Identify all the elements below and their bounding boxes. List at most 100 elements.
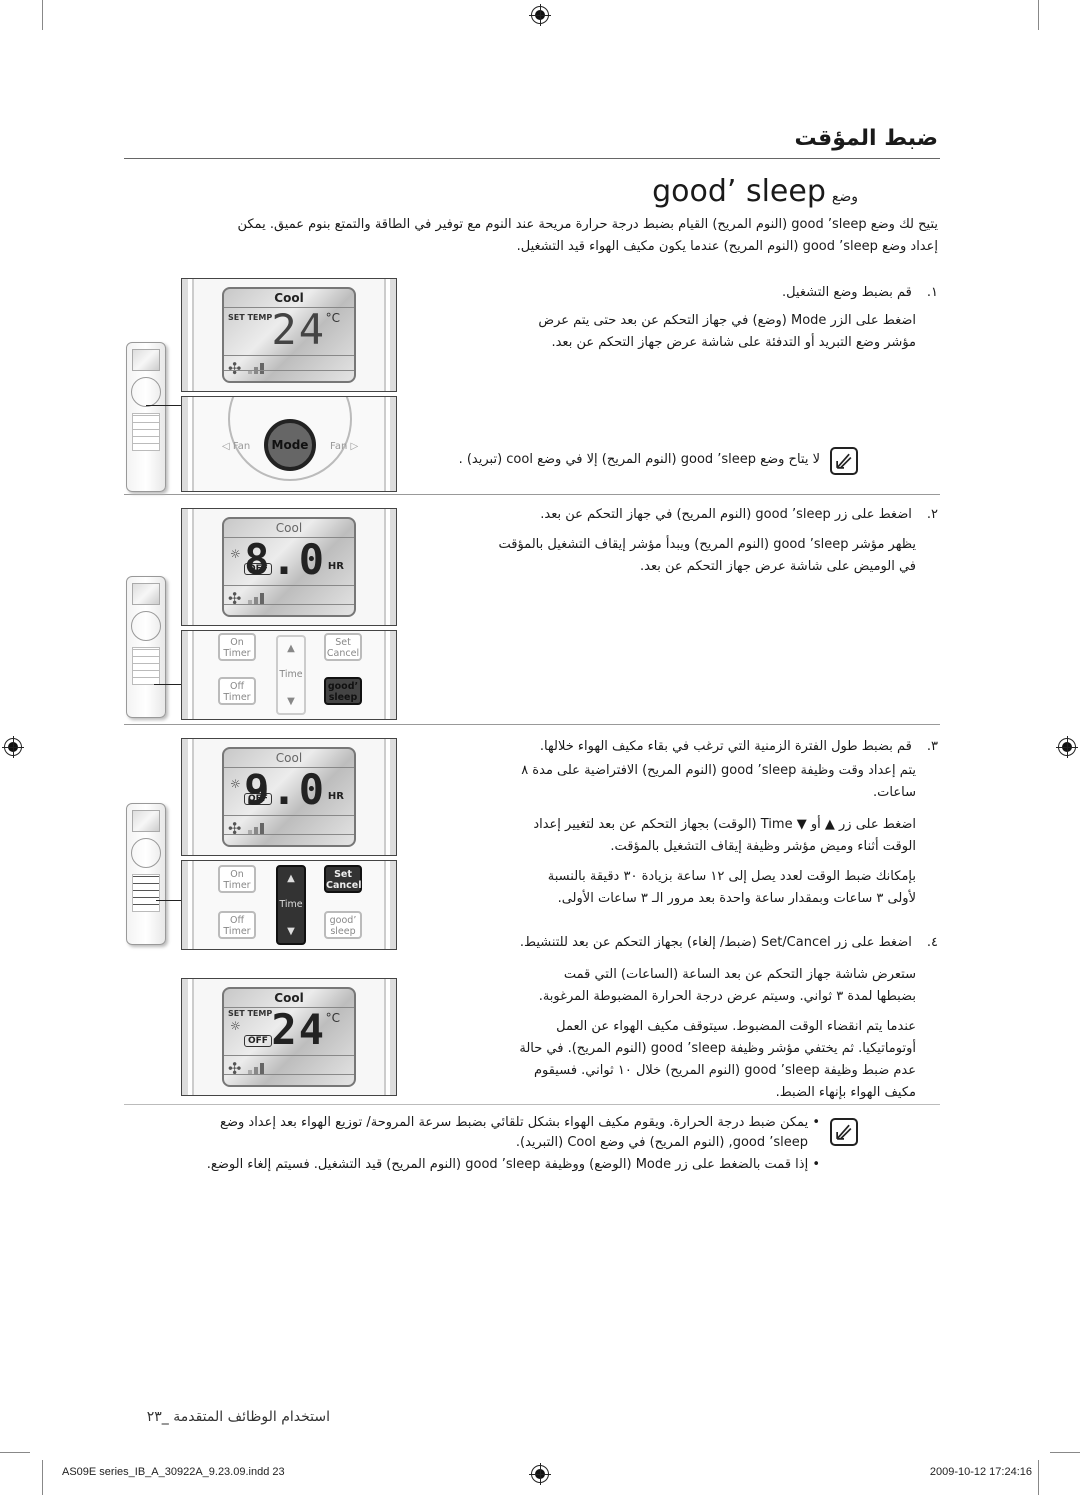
mode-title: وضع good’ sleep xyxy=(652,174,858,209)
lcd-timer-value: 9.0 xyxy=(244,765,326,814)
mode-title-prefix: وضع xyxy=(831,189,858,205)
crop-mark-bottom-left xyxy=(0,1452,30,1453)
timer-button-panel-fig2: On Timer ▲ Time ▼ Set Cancel Off Timer goo… xyxy=(181,630,397,720)
registration-mark-left-icon xyxy=(2,736,24,758)
section-title: ضبط المؤقت xyxy=(794,126,939,151)
bottom-note-1: • يمكن ضبط درجة الحرارة. ويقوم مكيف الهو… xyxy=(220,1115,820,1130)
fan-speed-icon xyxy=(248,823,264,834)
callout-line xyxy=(156,900,184,901)
time-up-icon[interactable]: ▲ xyxy=(278,643,304,654)
step-3-body-6: لأولى ٣ ساعات وبمقدار ساعة واحدة بعد مرو… xyxy=(557,891,916,906)
remote-control-illustration-3 xyxy=(126,803,166,945)
fan-icon: ✣ xyxy=(228,589,242,608)
lcd-timer-value: 8.0 xyxy=(244,535,326,584)
mode-title-brand: good’ sleep xyxy=(652,174,826,209)
step-3-body-5: بإمكانك ضبط الوقت لعدد يصل إلى ١٢ ساعة ب… xyxy=(547,869,916,884)
time-button[interactable]: ▲ Time ▼ xyxy=(276,865,306,945)
step-1-heading: ١. قم بضبط وضع التشغيل. xyxy=(781,285,938,300)
step-3-body-3: اضغط على زر ▲ أو ▼ Time (الوقت) بجهاز ال… xyxy=(533,817,916,832)
note-icon-bottom xyxy=(830,1118,858,1146)
set-cancel-button[interactable]: Set Cancel xyxy=(324,865,362,893)
step-3-heading: ٣. قم بضبط طول الفترة الزمنية التي ترغب … xyxy=(539,739,938,754)
on-timer-button[interactable]: On Timer xyxy=(218,633,256,661)
step-2-body-2: في الوميض على شاشة عرض جهاز التحكم عن بع… xyxy=(640,559,916,574)
step-4-body-6: مكيف الهواء بإنهاء الضبط. xyxy=(775,1085,916,1100)
step-divider-1 xyxy=(124,494,940,495)
callout-line xyxy=(154,684,184,685)
off-timer-button[interactable]: Off Timer xyxy=(218,911,256,939)
fan-icon: ✣ xyxy=(228,359,242,378)
mode-button[interactable]: Mode xyxy=(264,419,316,471)
time-down-icon[interactable]: ▼ xyxy=(278,926,304,937)
step-2-body-1: يظهر مؤشر good ’sleep (النوم المريح) ويب… xyxy=(498,537,916,552)
sleep-indicator-icon: ☼ xyxy=(230,547,241,561)
on-timer-button[interactable]: On Timer xyxy=(218,865,256,893)
page-footer-label: استخدام الوظائف المتقدمة _٢٣ xyxy=(146,1409,330,1425)
lcd-set-temp: SET TEMP xyxy=(228,1009,273,1018)
step-3-body-1: يتم إعداد وقت وظيفة good ’sleep (النوم ا… xyxy=(521,763,916,778)
time-button[interactable]: ▲ Time ▼ xyxy=(276,635,306,715)
lcd-panel-fig1: Cool SET TEMP 24 °C ✣ xyxy=(181,278,397,392)
lcd-panel-fig2: Cool ☼ OFF 8.0 HR ✣ xyxy=(181,508,397,626)
lcd-temp-value: 24 xyxy=(271,1005,326,1054)
step-divider-2 xyxy=(124,724,940,725)
step-4-body-3: عندما يتم انقضاء الوقت المضبوط. سيتوقف م… xyxy=(556,1019,916,1034)
lcd-unit: °C xyxy=(325,1011,340,1025)
lcd-temp-value: 24 xyxy=(271,305,326,354)
intro-line-2: إعداد وضع good ’sleep (النوم المريح) عند… xyxy=(516,239,938,254)
mode-dial-panel: Mode ◁ Fan Fan ▷ xyxy=(181,396,397,492)
crop-mark-bottom-right-v xyxy=(1038,1460,1039,1495)
good-sleep-button[interactable]: good’ sleep xyxy=(324,911,362,939)
intro-line-1: يتيح لك وضع good ’sleep (النوم المريح) ا… xyxy=(237,217,938,232)
fan-speed-icon xyxy=(248,1063,264,1074)
step-3-body-4: الوقت أثناء وميض مؤشر وظيفة إيقاف التشغي… xyxy=(610,839,916,854)
fan-right-label: Fan ▷ xyxy=(330,441,359,452)
fan-icon: ✣ xyxy=(228,819,242,838)
fan-left-label: ◁ Fan xyxy=(222,441,251,452)
registration-mark-top-icon xyxy=(529,4,551,26)
crop-mark-top-left xyxy=(42,0,43,30)
crop-mark-bottom-left-v xyxy=(42,1460,43,1495)
off-timer-button[interactable]: Off Timer xyxy=(218,677,256,705)
crop-mark-bottom-right xyxy=(1050,1452,1080,1453)
title-divider xyxy=(124,158,940,159)
time-down-icon[interactable]: ▼ xyxy=(278,696,304,707)
timer-button-panel-fig3: On Timer ▲ Time ▼ Set Cancel Off Timer goo… xyxy=(181,860,397,950)
lcd-panel-fig3: Cool ☼ OFF 9.0 HR ✣ xyxy=(181,738,397,856)
lcd-unit: °C xyxy=(325,311,340,325)
lcd-hr-unit: HR xyxy=(327,561,344,572)
callout-line xyxy=(146,405,184,406)
note-icon xyxy=(830,447,858,475)
registration-mark-right-icon xyxy=(1056,736,1078,758)
step-1-body-2: مؤشر وضع التبريد أو التدفئة على شاشة عرض… xyxy=(551,335,916,350)
step-4-body-4: أوتوماتيكيا. ثم يختفي مؤشر وظيفة good ’s… xyxy=(519,1041,916,1056)
fan-speed-icon xyxy=(248,363,264,374)
step-4-body-1: ستعرض شاشة جهاز التحكم عن بعد الساعة (ال… xyxy=(563,967,916,982)
step-4-body-2: بضبطها لمدة ٣ ثواني. وسيتم عرض درجة الحر… xyxy=(538,989,916,1004)
step-1-note: لا يتاح وضع good ’sleep (النوم المريح) إ… xyxy=(458,452,820,467)
sleep-indicator-icon: ☼ xyxy=(230,1019,241,1033)
step-3-body-2: ساعات. xyxy=(873,785,916,800)
good-sleep-button[interactable]: good’ sleep xyxy=(324,677,362,705)
lcd-hr-unit: HR xyxy=(327,791,344,802)
step-4-body-5: عدم ضبط وظيفة good ’sleep (النوم المريح)… xyxy=(533,1063,916,1078)
bottom-note-2: • إذا قمت بالضغط على زر Mode (الوضع) ووظ… xyxy=(206,1157,820,1172)
bottom-note-1-cont: good ’sleep, (النوم المريح) في وضع Cool … xyxy=(515,1135,808,1150)
slug-filename: AS09E series_IB_A_30922A_9.23.09.indd 23 xyxy=(62,1466,285,1478)
lcd-panel-fig4: Cool SET TEMP ☼ OFF 24 °C ✣ xyxy=(181,978,397,1096)
sleep-indicator-icon: ☼ xyxy=(230,777,241,791)
lcd-set-temp: SET TEMP xyxy=(228,313,273,322)
fan-speed-icon xyxy=(248,593,264,604)
registration-mark-bottom-icon xyxy=(529,1463,551,1485)
crop-mark-top-right xyxy=(1038,0,1039,30)
lcd-off-indicator: OFF xyxy=(244,1035,272,1047)
step-1-body-1: اضغط على الزر Mode (وضع) في جهاز التحكم … xyxy=(538,313,916,328)
set-cancel-button[interactable]: Set Cancel xyxy=(324,633,362,661)
remote-control-illustration-1 xyxy=(126,342,166,492)
step-divider-3 xyxy=(124,1104,940,1105)
remote-control-illustration-2 xyxy=(126,576,166,718)
fan-icon: ✣ xyxy=(228,1059,242,1078)
step-2-heading: ٢. اضغط على زر good ’sleep (النوم المريح… xyxy=(540,507,938,522)
time-up-icon[interactable]: ▲ xyxy=(278,873,304,884)
slug-timestamp: 2009-10-12 17:24:16 xyxy=(929,1466,1032,1478)
